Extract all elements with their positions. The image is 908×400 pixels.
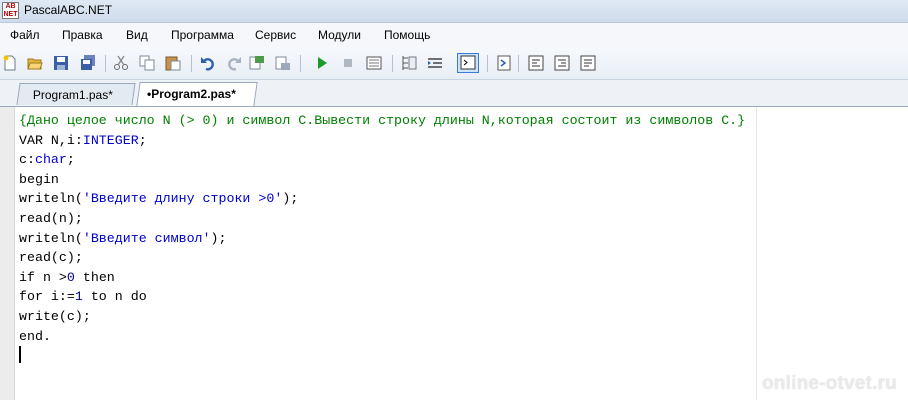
debug-icon[interactable] xyxy=(366,55,382,71)
replace-icon[interactable] xyxy=(275,55,291,71)
code-token: end. xyxy=(19,328,51,344)
format-icon[interactable] xyxy=(401,55,417,71)
code-token: 1 xyxy=(74,289,83,305)
code-token: begin xyxy=(19,171,59,187)
redo-icon[interactable] xyxy=(226,55,242,71)
module-icon[interactable] xyxy=(496,55,512,71)
code-text[interactable]: {Дано целое число N (> 0) и символ C.Выв… xyxy=(19,111,745,366)
code-line[interactable]: read(n); xyxy=(19,209,745,229)
code-token: then xyxy=(74,269,115,285)
tab-program2[interactable]: •Program2.pas* xyxy=(136,82,258,106)
code-token: read(c); xyxy=(19,250,83,266)
right-margin-line xyxy=(756,107,757,400)
tab-program1[interactable]: Program1.pas* xyxy=(16,83,136,105)
code-line[interactable]: VAR N,i:INTEGER; xyxy=(19,131,745,151)
cut-icon[interactable] xyxy=(113,55,129,71)
undo-icon[interactable] xyxy=(200,55,216,71)
menu-bar: Файл Правка Вид Программа Сервис Модули … xyxy=(0,23,908,47)
pascalabc-logo-icon: AB NET xyxy=(2,2,19,19)
new-file-icon[interactable] xyxy=(2,55,18,71)
menu-edit[interactable]: Правка xyxy=(62,28,103,42)
tab-label: Program1.pas* xyxy=(32,88,113,102)
code-token: VAR N,i: xyxy=(19,132,83,148)
open-folder-icon[interactable] xyxy=(27,55,43,71)
code-token: ); xyxy=(282,191,299,207)
code-line[interactable] xyxy=(19,346,745,366)
code-line[interactable]: write(c); xyxy=(19,307,745,327)
run-icon[interactable] xyxy=(314,55,330,71)
copy-icon[interactable] xyxy=(139,55,155,71)
toolbar-separator xyxy=(392,55,393,72)
menu-modules[interactable]: Модули xyxy=(318,28,361,42)
code-token: writeln( xyxy=(19,230,83,246)
code-token: INTEGER xyxy=(82,132,139,148)
code-editor[interactable]: {Дано целое число N (> 0) и символ C.Выв… xyxy=(0,107,908,400)
code-token: c: xyxy=(19,152,35,168)
code-line[interactable]: c:char; xyxy=(19,150,745,170)
toolbar-separator xyxy=(518,55,519,72)
code-line[interactable]: writeln('Введите длину строки >0'); xyxy=(19,189,745,209)
code-token: {Дано целое число N (> 0) и символ C.Выв… xyxy=(19,113,746,128)
code-token: read(n); xyxy=(19,210,83,226)
code-line[interactable]: {Дано целое число N (> 0) и символ C.Выв… xyxy=(19,111,745,131)
run-to-cursor-icon[interactable] xyxy=(580,55,596,71)
stop-icon[interactable] xyxy=(340,55,356,71)
menu-help[interactable]: Помощь xyxy=(384,28,430,42)
code-token: for i:= xyxy=(19,289,75,305)
menu-program[interactable]: Программа xyxy=(171,28,234,42)
code-token: writeln( xyxy=(19,191,83,207)
code-line[interactable]: if n >0 then xyxy=(19,268,745,288)
code-token: ; xyxy=(66,152,75,168)
tab-bar: Program1.pas* •Program2.pas* xyxy=(0,80,908,107)
toolbar xyxy=(0,47,908,80)
toolbar-separator xyxy=(300,55,301,72)
paste-icon[interactable] xyxy=(165,55,181,71)
code-token: to n do xyxy=(82,289,147,305)
code-line[interactable]: end. xyxy=(19,327,745,347)
watermark: online-otvet.ru xyxy=(762,373,897,394)
save-all-icon[interactable] xyxy=(80,55,96,71)
indent-icon[interactable] xyxy=(427,55,443,71)
code-token: ; xyxy=(138,132,147,148)
save-icon[interactable] xyxy=(53,55,69,71)
code-token: 0 xyxy=(66,269,75,285)
text-caret xyxy=(19,346,21,364)
code-line[interactable]: read(c); xyxy=(19,248,745,268)
code-token: if n > xyxy=(19,269,67,285)
code-token: 'Введите символ' xyxy=(82,230,211,246)
title-bar: AB NET PascalABC.NET xyxy=(0,0,908,23)
code-token: write(c); xyxy=(19,308,91,324)
code-line[interactable]: for i:=1 to n do xyxy=(19,287,745,307)
toolbar-separator xyxy=(105,55,106,72)
code-token: char xyxy=(34,152,67,168)
step-into-icon[interactable] xyxy=(528,55,544,71)
find-icon[interactable] xyxy=(249,55,265,71)
step-over-icon[interactable] xyxy=(554,55,570,71)
editor-gutter xyxy=(0,107,15,400)
code-line[interactable]: begin xyxy=(19,170,745,190)
code-token: 'Введите длину строки >0' xyxy=(82,191,283,207)
toolbar-separator xyxy=(191,55,192,72)
code-token: ); xyxy=(210,230,227,246)
menu-service[interactable]: Сервис xyxy=(255,28,296,42)
output-window-icon[interactable] xyxy=(457,53,479,73)
tab-label: •Program2.pas* xyxy=(147,87,236,101)
menu-view[interactable]: Вид xyxy=(126,28,148,42)
code-line[interactable]: writeln('Введите символ'); xyxy=(19,229,745,249)
window-title: PascalABC.NET xyxy=(24,3,113,17)
menu-file[interactable]: Файл xyxy=(10,28,40,42)
toolbar-separator xyxy=(487,55,488,72)
